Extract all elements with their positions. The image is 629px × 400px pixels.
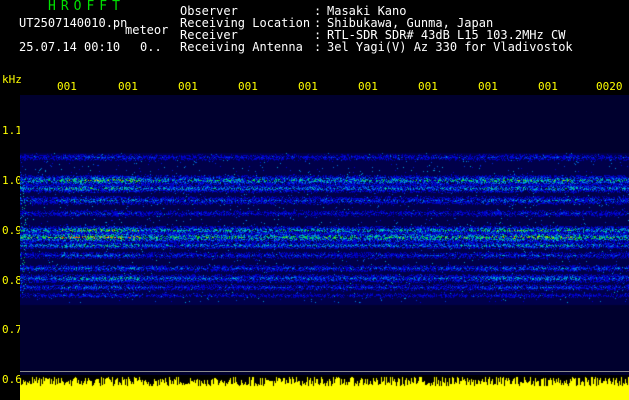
baseline-divider <box>20 371 629 372</box>
y-tick-label: 0.6 <box>2 373 22 386</box>
signal-activity-strip <box>20 375 629 400</box>
y-tick-label: 1.0 <box>2 174 22 187</box>
file-name: UT2507140010.pn <box>19 16 128 30</box>
y-tick-label: 1.1 <box>2 124 22 137</box>
x-tick-label: 001 <box>238 80 258 93</box>
x-tick-label: 001 <box>478 80 498 93</box>
x-tick-label: 001 <box>118 80 138 93</box>
y-tick-label: 0.9 <box>2 224 22 237</box>
spectrogram <box>20 95 629 375</box>
app-title: HROFFT <box>48 0 125 14</box>
x-tick-label: 001 <box>298 80 318 93</box>
x-tick-label: 001 <box>57 80 77 93</box>
datetime: 25.07.14 00:10 <box>19 40 121 54</box>
y-axis-unit: kHz <box>2 73 22 86</box>
antenna-colon: : <box>314 40 322 54</box>
x-tick-label: 001 <box>538 80 558 93</box>
x-tick-label: 001 <box>358 80 378 93</box>
meteor-label: meteor <box>125 23 169 37</box>
antenna-value: 3el Yagi(V) Az 330 for Vladivostok <box>327 40 573 54</box>
x-tick-label: 0020 <box>596 80 623 93</box>
x-tick-label: 001 <box>418 80 438 93</box>
antenna-label: Receiving Antenna <box>180 40 303 54</box>
datetime-extra: 0.. <box>140 40 162 54</box>
x-tick-label: 001 <box>178 80 198 93</box>
y-tick-label: 0.7 <box>2 323 22 336</box>
y-tick-label: 0.8 <box>2 274 22 287</box>
